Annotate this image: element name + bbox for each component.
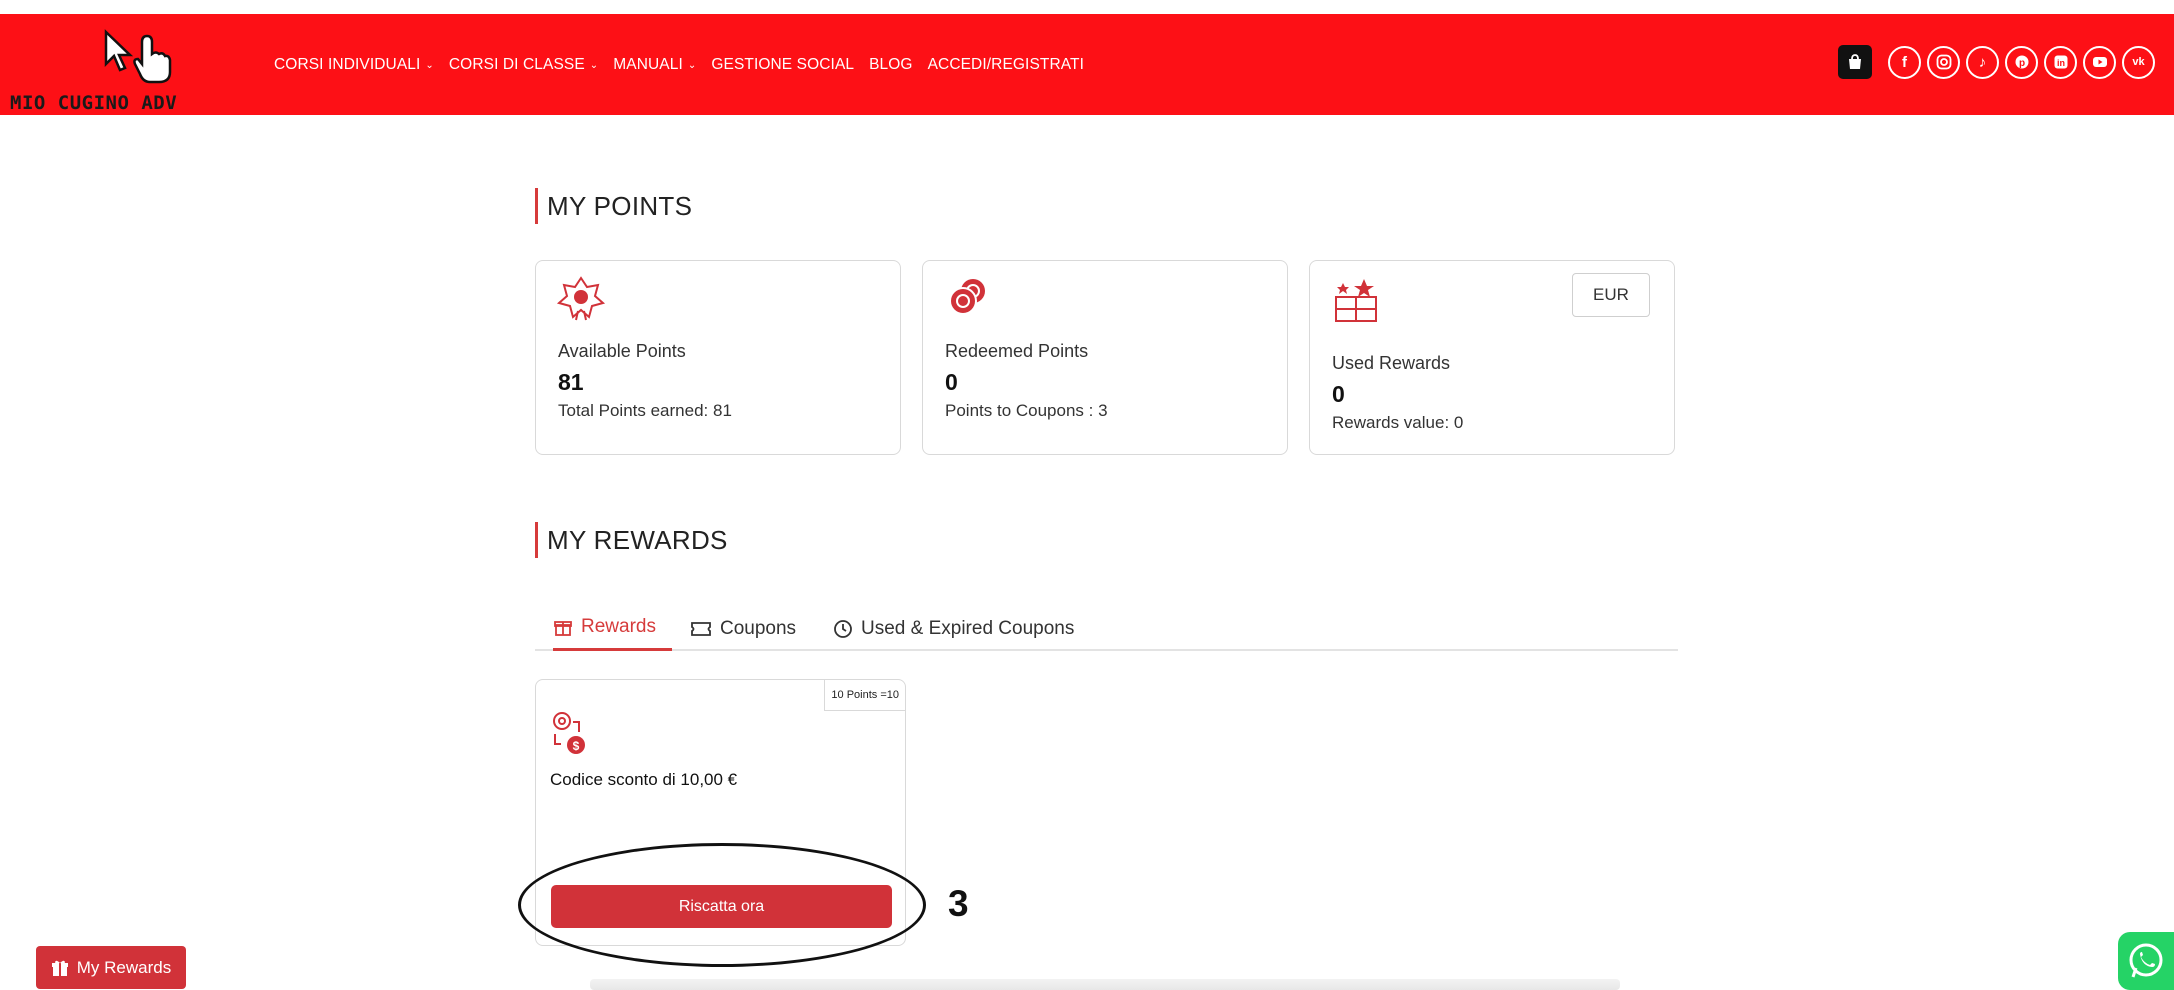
used-rewards-value: 0 [1332, 381, 1345, 407]
total-points-earned: Total Points earned: 81 [558, 401, 732, 420]
my-rewards-title: MY REWARDS [535, 522, 728, 558]
nav-label: BLOG [869, 55, 913, 73]
nav-label: GESTIONE SOCIAL [711, 55, 855, 73]
nav-accedi-registrati[interactable]: ACCEDI/REGISTRATI [928, 56, 1084, 74]
points-badge-icon [556, 275, 606, 326]
available-points-label: Available Points [558, 341, 686, 361]
rewards-tabs: Rewards Coupons Used & Expired Coupons [535, 600, 1678, 651]
ticket-icon [691, 621, 711, 636]
youtube-icon[interactable] [2083, 45, 2116, 79]
clock-icon [834, 619, 852, 638]
tab-label: Coupons [720, 617, 797, 639]
annotation-step-number: 3 [948, 883, 969, 924]
my-rewards-floating-button[interactable]: My Rewards [36, 946, 186, 989]
nav-label: MANUALI [613, 55, 683, 73]
available-points-card: Available Points 81 Total Points earned:… [535, 260, 901, 455]
redeemed-points-value: 0 [945, 369, 958, 395]
nav-label: CORSI DI CLASSE [448, 55, 585, 73]
coupon-exchange-icon: $ [549, 710, 589, 763]
instagram-icon[interactable] [1927, 45, 1960, 79]
nav-corsi-individuali[interactable]: CORSI INDIVIDUALI ⌄ [274, 56, 434, 74]
my-rewards-label: My Rewards [76, 957, 172, 977]
chevron-down-icon: ⌄ [687, 60, 697, 71]
cart-bag-icon[interactable] [1838, 45, 1872, 79]
cursor-hand-logo-icon [104, 29, 172, 84]
points-to-coupons: Points to Coupons : 3 [945, 401, 1108, 420]
whatsapp-icon[interactable] [2118, 932, 2174, 990]
used-rewards-card: EUR Used Rewards 0 Rewards value: 0 [1309, 260, 1675, 455]
linkedin-icon[interactable]: in [2044, 45, 2077, 79]
currency-select[interactable]: EUR [1572, 273, 1650, 317]
redeemed-points-card: Redeemed Points 0 Points to Coupons : 3 [922, 260, 1288, 455]
pinterest-icon[interactable]: p [2005, 45, 2038, 79]
tab-rewards[interactable]: Rewards [553, 606, 672, 651]
site-header: MIO CUGINO ADV CORSI INDIVIDUALI ⌄ CORSI… [0, 14, 2174, 115]
svg-text:$: $ [573, 739, 580, 753]
gift-boxes-icon [1332, 275, 1382, 330]
tiktok-icon[interactable]: ♪ [1966, 45, 1999, 79]
tab-label: Used & Expired Coupons [861, 617, 1075, 639]
nav-label: ACCEDI/REGISTRATI [927, 55, 1085, 73]
nav-blog[interactable]: BLOG [869, 56, 912, 74]
tab-coupons[interactable]: Coupons [690, 606, 796, 651]
svg-text:p: p [2018, 58, 2024, 69]
facebook-icon[interactable]: f [1888, 45, 1921, 79]
gift-icon [51, 960, 68, 976]
nav-label: CORSI INDIVIDUALI [274, 55, 421, 73]
used-rewards-label: Used Rewards [1332, 353, 1451, 373]
nav-corsi-di-classe[interactable]: CORSI DI CLASSE ⌄ [449, 56, 598, 74]
reward-title: Codice sconto di 10,00 € [550, 770, 738, 789]
chevron-down-icon: ⌄ [589, 60, 599, 71]
rewards-value: Rewards value: 0 [1332, 413, 1464, 432]
annotation-ellipse [518, 843, 926, 967]
bottom-bar-shadow [590, 979, 1620, 990]
points-ribbon: 10 Points =10 [824, 680, 905, 711]
vk-icon[interactable]: vk [2122, 45, 2155, 79]
available-points-value: 81 [558, 369, 584, 395]
nav-gestione-social[interactable]: GESTIONE SOCIAL [711, 56, 854, 74]
main-nav: CORSI INDIVIDUALI ⌄ CORSI DI CLASSE ⌄ MA… [274, 14, 1099, 115]
chevron-down-icon: ⌄ [425, 60, 434, 71]
social-links: f ♪ p in vk [1838, 45, 2155, 79]
my-points-title: MY POINTS [535, 188, 692, 224]
svg-text:in: in [2057, 58, 2065, 68]
nav-manuali[interactable]: MANUALI ⌄ [613, 56, 696, 74]
redeemed-points-label: Redeemed Points [945, 341, 1089, 361]
gift-icon [554, 621, 572, 636]
site-logo[interactable]: MIO CUGINO ADV [10, 22, 240, 114]
tab-used-expired-coupons[interactable]: Used & Expired Coupons [833, 606, 1074, 651]
coins-icon [945, 275, 991, 322]
logo-text: MIO CUGINO ADV [10, 92, 178, 114]
tab-label: Rewards [581, 616, 656, 637]
